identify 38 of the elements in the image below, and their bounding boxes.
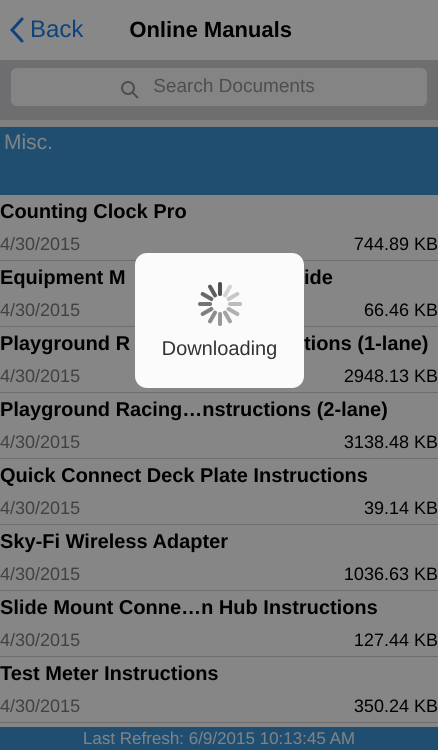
document-row[interactable]: Quick Connect Deck Plate Instructions 4/30/2015 39.14 KB — [0, 459, 438, 525]
document-date: 4/30/2015 — [0, 564, 80, 584]
document-date: 4/30/2015 — [0, 300, 80, 320]
document-date: 4/30/2015 — [0, 432, 80, 452]
chevron-left-icon — [10, 17, 24, 43]
document-row[interactable]: Test Meter Instructions 4/30/2015 350.24 KB — [0, 657, 438, 723]
document-row[interactable]: Playground Racing…nstructions (2-lane) 4/30/2015 3138.48 KB — [0, 393, 438, 459]
section-title: Misc. — [4, 131, 53, 154]
document-date: 4/30/2015 — [0, 630, 80, 650]
document-title: tions (1-lane) — [304, 332, 428, 356]
document-row[interactable]: Slide Mount Conne…n Hub Instructions 4/30/2015 127.44 KB — [0, 591, 438, 657]
document-title: Sky-Fi Wireless Adapter — [0, 530, 228, 554]
document-title: Playground Racing…nstructions (2-lane) — [0, 398, 388, 422]
document-size: 1036.63 KB — [344, 564, 438, 584]
document-size: 350.24 KB — [354, 696, 438, 716]
document-size: 66.46 KB — [364, 300, 438, 320]
document-date: 4/30/2015 — [0, 498, 80, 518]
document-date: 4/30/2015 — [0, 234, 80, 254]
document-title: Quick Connect Deck Plate Instructions — [0, 464, 368, 488]
document-title: Playground R — [0, 332, 130, 354]
loading-label: Downloading — [162, 338, 278, 361]
document-title: Counting Clock Pro — [0, 200, 187, 224]
last-refresh-text: Last Refresh: 6/9/2015 10:13:45 AM — [82, 728, 356, 748]
document-size: 2948.13 KB — [344, 366, 438, 386]
document-date: 4/30/2015 — [0, 696, 80, 716]
document-title: Equipment M — [0, 266, 126, 288]
document-size: 127.44 KB — [354, 630, 438, 650]
document-size: 744.89 KB — [354, 234, 438, 254]
screen-title: Online Manuals — [129, 17, 292, 43]
search-icon — [120, 80, 140, 100]
document-size: 39.14 KB — [364, 498, 438, 518]
document-size: 3138.48 KB — [344, 432, 438, 452]
spinner-icon — [196, 280, 244, 328]
document-title: Test Meter Instructions — [0, 662, 219, 686]
document-date: 4/30/2015 — [0, 366, 80, 386]
document-title: ide — [304, 266, 333, 290]
document-title: Slide Mount Conne…n Hub Instructions — [0, 596, 378, 620]
document-row[interactable]: Sky-Fi Wireless Adapter 4/30/2015 1036.63 KB — [0, 525, 438, 591]
